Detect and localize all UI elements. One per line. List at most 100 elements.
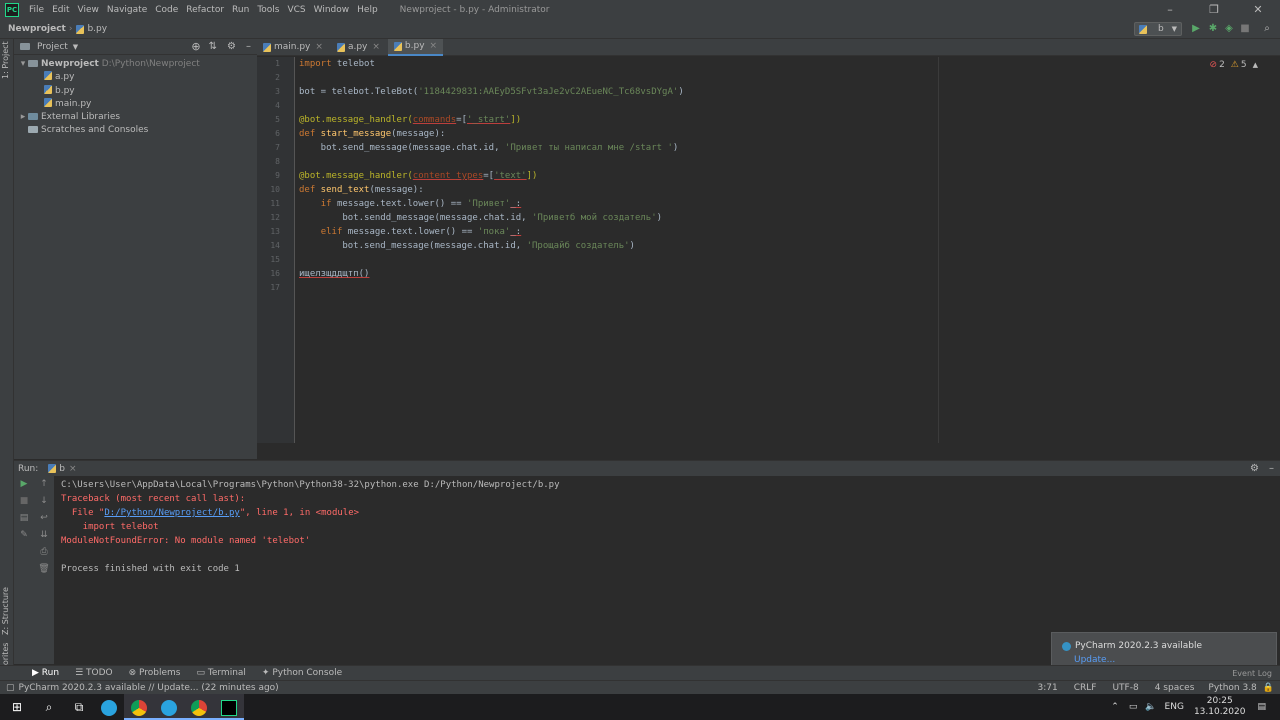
menu-help[interactable]: Help bbox=[353, 5, 382, 15]
rerun-icon[interactable]: ▶ bbox=[14, 476, 34, 493]
run-tab-b[interactable]: b bbox=[59, 464, 65, 474]
clock[interactable]: 20:25 13.10.2020 bbox=[1194, 696, 1246, 718]
coverage-icon[interactable]: ◈ bbox=[1222, 22, 1236, 36]
debug-icon[interactable]: ✱ bbox=[1206, 22, 1220, 36]
soft-wrap-icon[interactable]: ↩ bbox=[34, 510, 54, 527]
chevron-up-icon[interactable]: ▲ bbox=[1253, 61, 1258, 69]
trash-icon[interactable]: 🗑 bbox=[34, 561, 54, 578]
tree-item-file[interactable]: main.py bbox=[14, 97, 257, 111]
menu-view[interactable]: View bbox=[74, 5, 103, 15]
line-separator[interactable]: CRLF bbox=[1066, 683, 1105, 693]
run-config-dropdown[interactable]: b ▼ bbox=[1134, 22, 1182, 36]
file-encoding[interactable]: UTF-8 bbox=[1104, 683, 1146, 693]
tab-main-py[interactable]: main.py × bbox=[257, 39, 329, 56]
run-icon[interactable]: ▶ bbox=[1189, 22, 1203, 36]
code-text: _: bbox=[510, 199, 522, 209]
code-line: @bot.message_handler(content_types=['tex… bbox=[296, 169, 1280, 183]
menu-file[interactable]: File bbox=[25, 5, 48, 15]
stop-icon[interactable]: ■ bbox=[1238, 22, 1252, 36]
lock-icon[interactable]: 🔒 bbox=[1263, 683, 1280, 693]
task-view-icon[interactable]: ⧉ bbox=[64, 694, 94, 720]
tab-b-py[interactable]: b.py × bbox=[387, 38, 444, 56]
python-interpreter[interactable]: Python 3.8 bbox=[1202, 683, 1262, 693]
update-link[interactable]: Update... bbox=[1074, 655, 1266, 665]
close-tab-icon[interactable]: × bbox=[69, 464, 77, 474]
status-message[interactable]: PyCharm 2020.2.3 available // Update... … bbox=[19, 683, 279, 693]
telegram-window-icon[interactable] bbox=[154, 694, 184, 720]
chrome-window-icon[interactable] bbox=[184, 694, 214, 720]
menu-edit[interactable]: Edit bbox=[48, 5, 73, 15]
print-icon[interactable]: ⎙ bbox=[34, 544, 54, 561]
locate-icon[interactable]: ⊕ bbox=[191, 40, 200, 53]
minimize-icon[interactable]: – bbox=[1148, 0, 1192, 20]
chevron-down-icon[interactable]: ▼ bbox=[73, 43, 78, 51]
pycharm-icon[interactable] bbox=[214, 694, 244, 720]
tool-tab-run[interactable]: ▶ Run bbox=[24, 668, 67, 678]
menu-window[interactable]: Window bbox=[310, 5, 354, 15]
caret-position[interactable]: 3:71 bbox=[1030, 683, 1066, 693]
tray-chevron-icon[interactable]: ⌃ bbox=[1111, 702, 1119, 712]
menu-refactor[interactable]: Refactor bbox=[182, 5, 228, 15]
project-view-selector[interactable]: Project bbox=[37, 42, 68, 52]
tool-tab-todo[interactable]: ☰ TODO bbox=[67, 668, 121, 678]
scroll-up-icon[interactable]: ↑ bbox=[34, 476, 54, 493]
input-language[interactable]: ENG bbox=[1165, 702, 1184, 712]
console-file-link[interactable]: D:/Python/Newproject/b.py bbox=[104, 508, 239, 518]
volume-icon[interactable]: 🔈 bbox=[1145, 702, 1156, 712]
close-window-icon[interactable]: ✕ bbox=[1236, 0, 1280, 20]
hide-panel-icon[interactable]: – bbox=[1269, 463, 1274, 474]
menu-navigate[interactable]: Navigate bbox=[103, 5, 151, 15]
collapse-all-icon[interactable]: ⇅ bbox=[209, 41, 217, 52]
tab-a-py[interactable]: a.py × bbox=[331, 39, 386, 56]
gear-icon[interactable]: ⚙ bbox=[227, 41, 236, 52]
inspection-widget[interactable]: ⊘ 2 ⚠ 5 ▲ bbox=[1210, 60, 1258, 70]
tree-item-scratches[interactable]: Scratches and Consoles bbox=[14, 124, 257, 137]
network-icon[interactable]: ▭ bbox=[1129, 702, 1138, 712]
structure-tool-window-tab[interactable]: Z: Structure bbox=[1, 587, 10, 635]
close-tab-icon[interactable]: × bbox=[430, 41, 438, 51]
search-icon[interactable]: ⌕ bbox=[34, 694, 64, 720]
tree-item-file[interactable]: b.py bbox=[14, 84, 257, 98]
string-literal: 'Привет ты написал мне /start ' bbox=[504, 143, 673, 153]
project-tool-window-tab[interactable]: 1: Project bbox=[1, 41, 10, 79]
windows-start-icon[interactable]: ⊞ bbox=[0, 694, 34, 720]
expand-arrow-icon[interactable]: ▸ bbox=[18, 111, 28, 124]
restore-icon[interactable]: ❐ bbox=[1192, 0, 1236, 20]
tree-item-root[interactable]: ▾ Newproject D:\Python\Newproject bbox=[14, 58, 257, 71]
code-editor[interactable]: import telebot bot = telebot.TeleBot('11… bbox=[296, 57, 1280, 443]
code-line: ищелзщддщтп() bbox=[296, 267, 1280, 281]
code-line: bot.sendd_message(message.chat.id, 'Прив… bbox=[296, 211, 1280, 225]
tree-item-external-libraries[interactable]: ▸ External Libraries bbox=[14, 111, 257, 124]
close-tab-icon[interactable]: × bbox=[315, 42, 323, 52]
menu-code[interactable]: Code bbox=[151, 5, 182, 15]
search-icon[interactable]: ⌕ bbox=[1260, 22, 1274, 36]
close-tab-icon[interactable]: × bbox=[372, 42, 380, 52]
hide-panel-icon[interactable]: – bbox=[246, 41, 251, 52]
pin-icon[interactable]: ✎ bbox=[14, 527, 34, 544]
tool-tab-python-console[interactable]: ✦ Python Console bbox=[254, 668, 350, 678]
tree-item-file[interactable]: a.py bbox=[14, 71, 257, 84]
line-number: 17 bbox=[270, 283, 280, 292]
notifications-icon[interactable]: ▤ bbox=[1257, 702, 1266, 712]
tool-tab-problems[interactable]: ⊗ Problems bbox=[121, 668, 189, 678]
scratches-icon bbox=[28, 126, 38, 134]
tool-tab-terminal[interactable]: ▭ Terminal bbox=[189, 668, 254, 678]
chrome-icon[interactable] bbox=[124, 694, 154, 720]
stop-icon[interactable]: ■ bbox=[14, 493, 34, 510]
indent-setting[interactable]: 4 spaces bbox=[1147, 683, 1203, 693]
menu-vcs[interactable]: VCS bbox=[283, 5, 309, 15]
telegram-icon[interactable] bbox=[94, 694, 124, 720]
breadcrumb-project[interactable]: Newproject bbox=[0, 24, 69, 34]
event-log-tab[interactable]: Event Log bbox=[1232, 669, 1272, 678]
string-literal: '_start' bbox=[467, 115, 511, 125]
layout-icon[interactable]: ▤ bbox=[14, 510, 34, 527]
scroll-down-icon[interactable]: ↓ bbox=[34, 493, 54, 510]
gear-icon[interactable]: ⚙ bbox=[1250, 463, 1259, 474]
console-error: ModuleNotFoundError: No module named 'te… bbox=[61, 536, 311, 546]
menu-tools[interactable]: Tools bbox=[253, 5, 283, 15]
menu-run[interactable]: Run bbox=[228, 5, 253, 15]
expand-arrow-icon[interactable]: ▾ bbox=[18, 58, 28, 71]
breadcrumb-file[interactable]: b.py bbox=[87, 24, 110, 34]
scroll-to-end-icon[interactable]: ⇊ bbox=[34, 527, 54, 544]
